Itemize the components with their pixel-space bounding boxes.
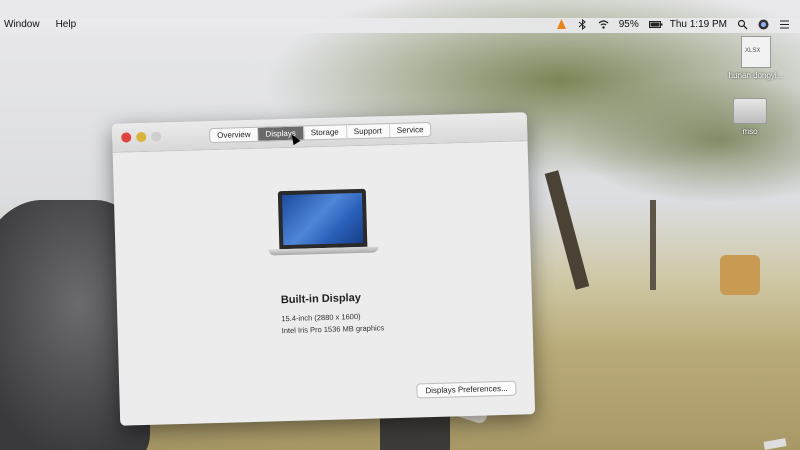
zoom-button[interactable] — [151, 131, 162, 142]
battery-icon[interactable] — [648, 19, 663, 30]
desktop-drive[interactable]: mso — [730, 98, 770, 136]
drive-icon — [733, 98, 767, 124]
tab-overview[interactable]: Overview — [210, 127, 259, 143]
tab-service[interactable]: Service — [390, 123, 431, 137]
menu-help[interactable]: Help — [56, 19, 77, 30]
laptop-icon — [268, 188, 379, 256]
search-icon[interactable] — [737, 19, 748, 30]
displays-panel: Built-in Display 15.4-inch (2880 x 1600)… — [113, 141, 535, 425]
displays-preferences-button[interactable]: Displays Preferences... — [416, 380, 517, 399]
list-icon[interactable] — [779, 19, 790, 30]
minimize-button[interactable] — [136, 131, 147, 143]
display-graphics: Intel Iris Pro 1536 MB graphics — [281, 323, 385, 336]
acacia-tree-trunk — [544, 170, 590, 290]
desktop-file-label: hunan dongyi... — [728, 71, 784, 80]
desktop-drive-label: mso — [742, 127, 758, 136]
tab-bar: Overview Displays Storage Support Servic… — [209, 121, 432, 144]
siri-icon[interactable] — [758, 19, 769, 30]
tab-support[interactable]: Support — [346, 124, 390, 139]
giraffe — [720, 255, 760, 295]
dead-tree — [650, 200, 656, 290]
vlc-icon[interactable] — [556, 19, 567, 30]
display-resolution: 15.4-inch (2880 x 1600) — [281, 311, 361, 324]
menu-window[interactable]: Window — [4, 19, 40, 30]
clock[interactable]: Thu 1:19 PM — [670, 19, 727, 30]
xlsx-file-icon: XLSX — [741, 36, 771, 68]
bluetooth-icon[interactable] — [577, 18, 588, 31]
close-button[interactable] — [121, 132, 132, 143]
battery-percent[interactable]: 95% — [619, 19, 639, 30]
display-name: Built-in Display — [280, 291, 362, 307]
desktop-file-xlsx[interactable]: XLSX hunan dongyi... — [716, 36, 796, 80]
wifi-icon[interactable] — [598, 19, 609, 30]
about-this-mac-window: Overview Displays Storage Support Servic… — [111, 112, 536, 426]
tab-storage[interactable]: Storage — [303, 125, 347, 140]
menu-bar: Window Help 95% Thu 1:19 PM — [0, 18, 800, 33]
